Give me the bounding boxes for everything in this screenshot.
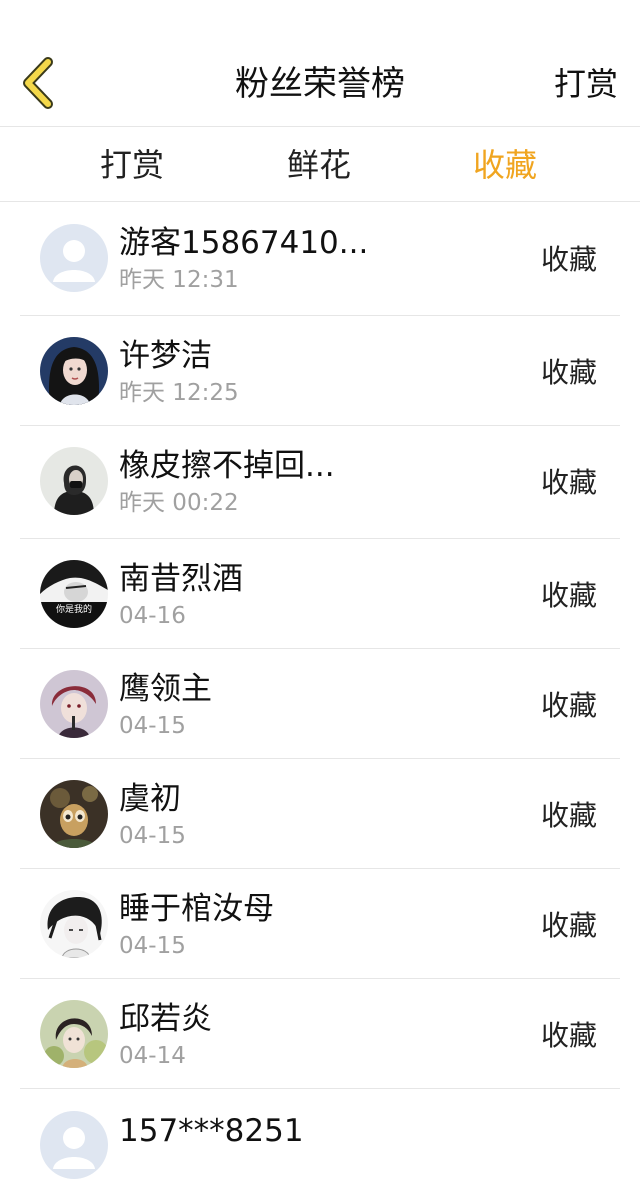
fan-name: 鹰领主 (119, 671, 212, 707)
default-avatar (40, 1111, 108, 1179)
avatar-caption: 你是我的 (56, 603, 92, 615)
fan-name: 许梦洁 (119, 338, 212, 374)
fan-time: 昨天 12:31 (119, 267, 239, 293)
tab-flowers[interactable]: 鲜花 (219, 128, 419, 202)
user-avatar: 你是我的 (40, 560, 108, 628)
fan-time: 昨天 00:22 (119, 490, 239, 516)
list-item[interactable]: 你是我的 南昔烈酒 04-16 收藏 (20, 539, 620, 649)
fan-action: 收藏 (540, 1019, 597, 1052)
fan-name: 邱若炎 (119, 1001, 212, 1037)
fan-action: 收藏 (540, 799, 597, 832)
list-item[interactable]: 邱若炎 04-14 收藏 (20, 979, 620, 1089)
fan-action: 收藏 (540, 909, 597, 942)
tab-reward[interactable]: 打赏 (32, 128, 232, 202)
list-item[interactable]: 游客15867410... 昨天 12:31 收藏 (20, 203, 620, 316)
tab-favorites[interactable]: 收藏 (405, 128, 605, 202)
user-avatar (40, 670, 108, 738)
user-avatar (40, 780, 108, 848)
chevron-left-icon (23, 57, 53, 109)
fan-name: 南昔烈酒 (119, 561, 243, 597)
fan-name: 睡于棺汝母 (119, 891, 274, 927)
fan-action: 收藏 (540, 579, 597, 612)
fan-name: 橡皮擦不掉回... (119, 448, 335, 484)
navigation-bar: 粉丝荣誉榜 打赏 (0, 40, 640, 127)
user-avatar (40, 1000, 108, 1068)
user-avatar (40, 337, 108, 405)
fan-time: 昨天 12:25 (119, 380, 239, 406)
fan-time: 04-15 (119, 933, 186, 959)
fan-name: 虞初 (119, 781, 181, 817)
default-avatar (40, 224, 108, 292)
fan-name: 游客15867410... (119, 225, 369, 261)
list-item[interactable]: 许梦洁 昨天 12:25 收藏 (20, 316, 620, 426)
list-item[interactable]: 鹰领主 04-15 收藏 (20, 649, 620, 759)
fan-action: 收藏 (540, 356, 597, 389)
fan-action: 收藏 (540, 243, 597, 276)
fan-time: 04-15 (119, 713, 186, 739)
fan-action: 收藏 (540, 466, 597, 499)
page-title: 粉丝荣誉榜 (235, 64, 405, 104)
fan-time: 04-15 (119, 823, 186, 849)
back-button[interactable] (14, 54, 62, 112)
list-item[interactable]: 157***8251 (20, 1089, 620, 1179)
fan-name: 157***8251 (119, 1113, 304, 1149)
list-item[interactable]: 睡于棺汝母 04-15 收藏 (20, 869, 620, 979)
user-avatar (40, 447, 108, 515)
reward-button[interactable]: 打赏 (554, 62, 618, 106)
fan-action: 收藏 (540, 689, 597, 722)
fan-time: 04-16 (119, 603, 186, 629)
list-item[interactable]: 橡皮擦不掉回... 昨天 00:22 收藏 (20, 426, 620, 539)
user-avatar (40, 890, 108, 958)
list-item[interactable]: 虞初 04-15 收藏 (20, 759, 620, 869)
fan-time: 04-14 (119, 1043, 186, 1069)
tab-bar: 打赏 鲜花 收藏 (0, 128, 640, 202)
fans-list: 游客15867410... 昨天 12:31 收藏 许梦洁 昨天 12:25 收… (20, 203, 620, 1179)
status-bar-area (0, 0, 640, 40)
